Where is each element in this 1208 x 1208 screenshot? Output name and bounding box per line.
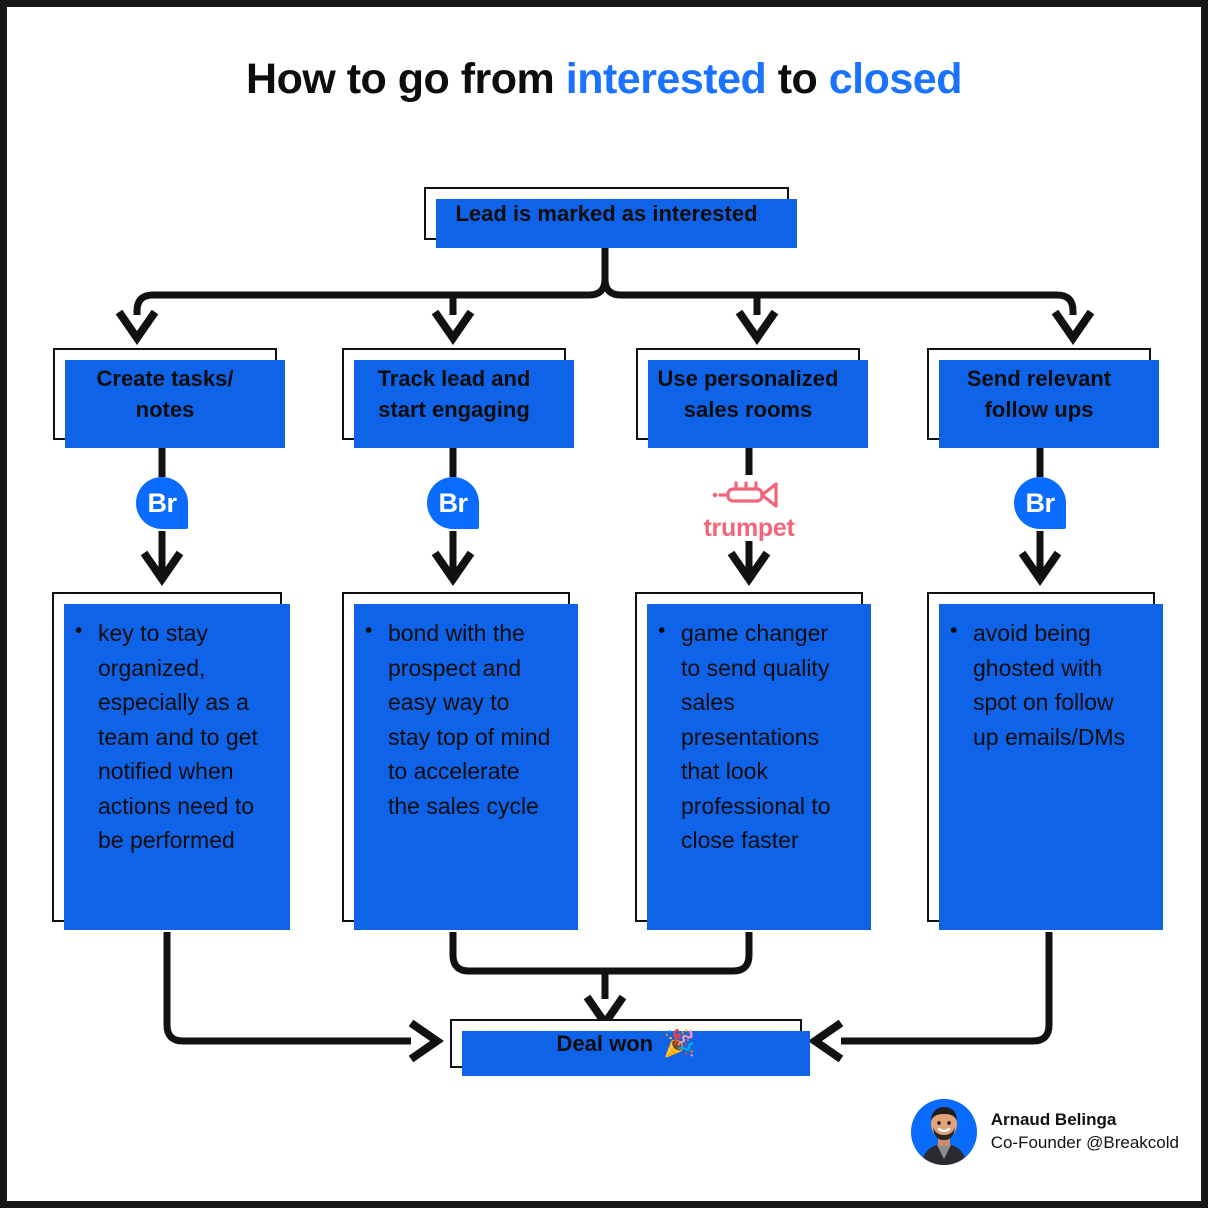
step-box-track-lead[interactable]: Track lead and start engaging bbox=[342, 348, 574, 448]
author-role: Co-Founder @Breakcold bbox=[990, 1133, 1179, 1152]
node-lead-interested[interactable]: Lead is marked as interested bbox=[424, 187, 797, 248]
step-box-track-lead-label: Track lead and start engaging bbox=[377, 365, 531, 422]
node-lead-interested-label: Lead is marked as interested bbox=[455, 200, 758, 226]
avatar-portrait-icon bbox=[910, 1099, 977, 1165]
step-box-follow-ups[interactable]: Send relevant follow ups bbox=[927, 348, 1159, 448]
step-box-sales-rooms-label: Use personalized sales rooms bbox=[657, 365, 839, 422]
title-part-1: How to go from bbox=[246, 55, 566, 103]
party-popper-icon: 🎉 bbox=[663, 1028, 696, 1058]
step-box-create-tasks-label: Create tasks/notes bbox=[96, 365, 234, 422]
flowchart-canvas: How to go from interested to closed Lead… bbox=[0, 0, 1208, 1208]
detail-box-sales-rooms[interactable]: game changer to send quality sales prese… bbox=[635, 592, 871, 930]
detail-list-track-lead: bond with the prospect and easy way to s… bbox=[362, 615, 552, 823]
trumpet-logo: trumpet bbox=[685, 475, 813, 541]
list-item: key to stay organized, especially as a t… bbox=[72, 615, 264, 858]
author-credit-text: Arnaud Belinga Co-Founder @Breakcold bbox=[991, 1109, 1179, 1155]
detail-list-create-tasks: key to stay organized, especially as a t… bbox=[72, 615, 264, 858]
list-item: bond with the prospect and easy way to s… bbox=[362, 615, 552, 823]
trumpet-icon bbox=[712, 481, 778, 508]
breakcold-badge-label-2: Br bbox=[438, 487, 468, 518]
node-deal-won[interactable]: Deal won 🎉 bbox=[450, 1019, 810, 1076]
detail-box-track-lead[interactable]: bond with the prospect and easy way to s… bbox=[342, 592, 578, 930]
step-box-sales-rooms[interactable]: Use personalized sales rooms bbox=[636, 348, 868, 448]
trumpet-icon-dot bbox=[712, 492, 718, 498]
step-box-follow-ups-label: Send relevant follow ups bbox=[966, 365, 1112, 422]
detail-list-follow-ups: avoid being ghosted with spot on follow … bbox=[947, 615, 1137, 754]
detail-list-sales-rooms: game changer to send quality sales prese… bbox=[655, 615, 845, 858]
breakcold-badge-label-1: Br bbox=[147, 487, 177, 518]
title-part-2: to bbox=[766, 55, 829, 103]
page-title: How to go from interested to closed bbox=[7, 55, 1201, 104]
avatar bbox=[910, 1099, 977, 1165]
breakcold-badge-label-3: Br bbox=[1025, 487, 1055, 518]
node-deal-won-label: Deal won bbox=[556, 1030, 654, 1056]
detail-box-create-tasks[interactable]: key to stay organized, especially as a t… bbox=[52, 592, 290, 930]
breakcold-logo-badge-3: Br bbox=[1014, 477, 1066, 529]
title-accent-closed: closed bbox=[828, 55, 963, 103]
list-item: game changer to send quality sales prese… bbox=[655, 615, 845, 858]
list-item: avoid being ghosted with spot on follow … bbox=[947, 615, 1137, 754]
breakcold-logo-badge-1: Br bbox=[136, 477, 188, 529]
trumpet-logo-label: trumpet bbox=[703, 514, 795, 542]
step-box-create-tasks[interactable]: Create tasks/notes bbox=[53, 348, 285, 448]
detail-box-follow-ups[interactable]: avoid being ghosted with spot on follow … bbox=[927, 592, 1163, 930]
title-accent-interested: interested bbox=[565, 55, 767, 103]
breakcold-logo-badge-2: Br bbox=[427, 477, 479, 529]
author-credit: Arnaud Belinga Co-Founder @Breakcold bbox=[910, 1099, 1179, 1165]
author-name: Arnaud Belinga bbox=[990, 1110, 1117, 1130]
